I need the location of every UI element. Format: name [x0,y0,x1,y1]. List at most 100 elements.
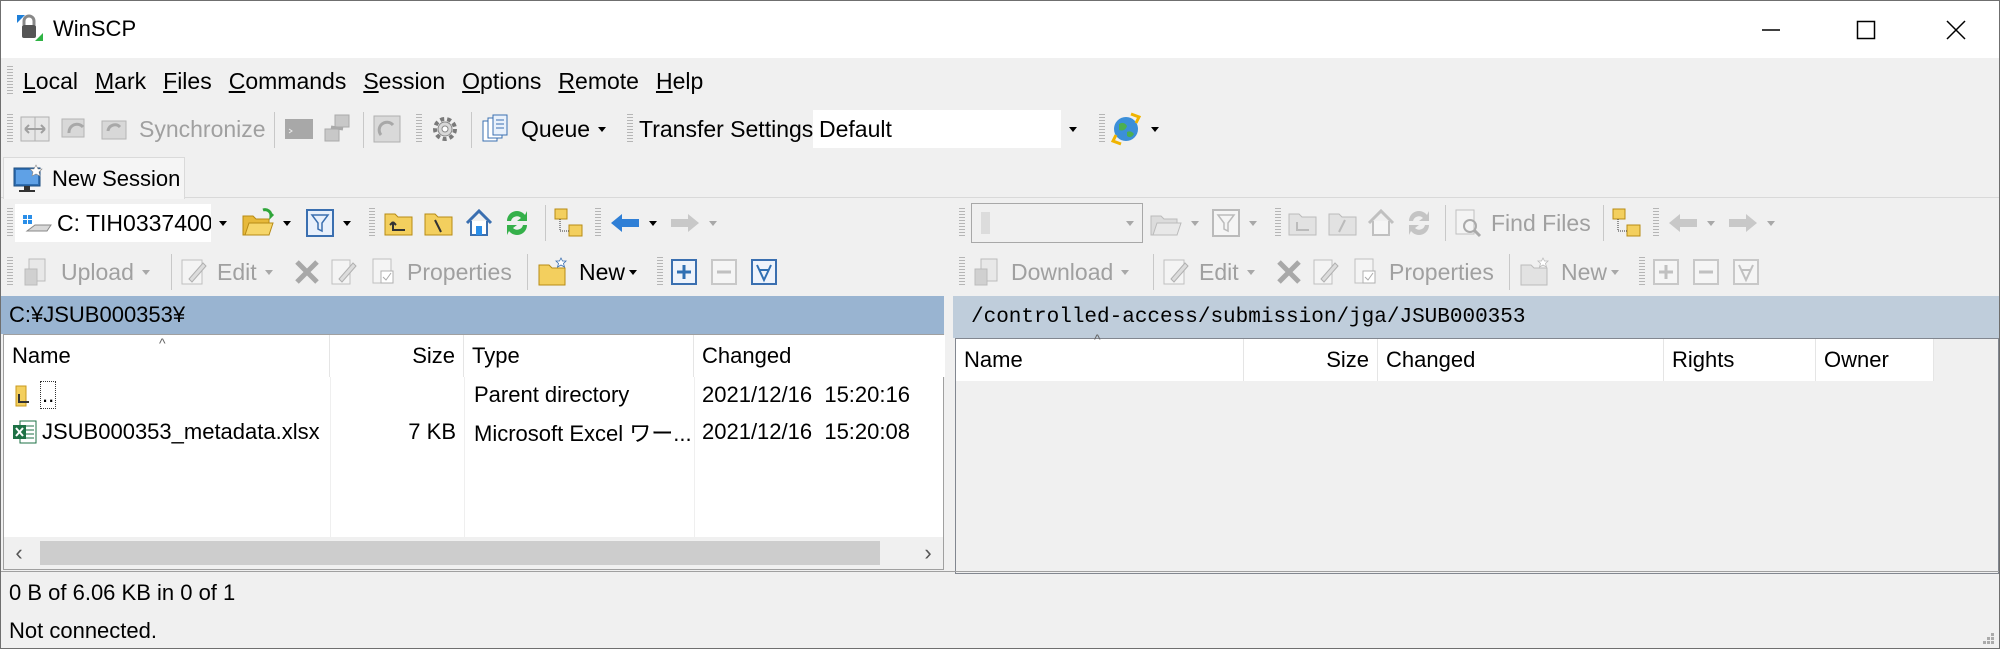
remote-back-button[interactable] [1667,199,1715,247]
local-parent-directory-button[interactable] [383,199,415,247]
compare-directories-button[interactable] [19,104,51,154]
local-unselect-button[interactable] [711,248,737,296]
remote-rename-button[interactable] [1311,248,1341,296]
minimize-button[interactable] [1726,1,1816,58]
menu-files[interactable]: Files [163,68,212,95]
local-tree-button[interactable] [553,199,585,247]
scroll-right-button[interactable]: › [913,537,943,569]
menu-mark[interactable]: Mark [95,68,146,95]
toolbar-grip[interactable] [7,257,13,287]
menu-grip[interactable] [7,66,13,96]
remote-path-bar[interactable]: /controlled-access/submission/jga/JSUB00… [953,296,1999,338]
new-dropdown-arrow[interactable] [629,269,638,275]
scroll-left-button[interactable]: ‹ [4,537,34,569]
upload-dropdown-arrow[interactable] [141,269,150,275]
remote-delete-button[interactable] [1275,248,1303,296]
open-directory-dropdown-arrow[interactable] [283,220,291,226]
tab-new-session[interactable]: New Session [3,157,185,199]
toolbar-grip[interactable] [595,208,601,238]
remote-parent-directory-button[interactable] [1287,199,1319,247]
local-new-button[interactable]: New [537,248,638,296]
local-edit-button[interactable]: Edit [179,248,273,296]
remote-directory-select[interactable] [971,203,1143,243]
toolbar-grip[interactable] [959,257,965,287]
forward-dropdown-arrow[interactable] [1767,220,1775,226]
remote-filter-button[interactable] [1211,199,1257,247]
local-select-all-button[interactable] [751,248,777,296]
remote-select-button[interactable] [1653,248,1679,296]
download-dropdown-arrow[interactable] [1121,269,1130,275]
remote-refresh-button[interactable] [1403,199,1435,247]
back-dropdown-arrow[interactable] [649,220,657,226]
toolbar-grip[interactable] [7,114,13,144]
remote-select-all-button[interactable] [1733,248,1759,296]
back-dropdown-arrow[interactable] [1707,220,1715,226]
queue-button[interactable]: Queue [479,104,607,154]
edit-dropdown-arrow[interactable] [1246,269,1255,275]
local-properties-button[interactable]: Properties [369,248,512,296]
local-root-directory-button[interactable] [423,199,455,247]
remote-root-directory-button[interactable] [1327,199,1359,247]
remote-properties-button[interactable]: Properties [1351,248,1494,296]
local-filter-button[interactable] [305,199,351,247]
edit-dropdown-arrow[interactable] [264,269,273,275]
remote-directory-dropdown-button[interactable] [1118,204,1142,242]
local-drive-select[interactable]: C: TIH0337400. [15,204,235,242]
download-button[interactable]: Download [971,248,1130,296]
transfer-mode-dropdown-arrow[interactable] [1151,126,1159,132]
forward-dropdown-arrow[interactable] [709,220,717,226]
column-header-size[interactable]: Size [1244,339,1378,381]
remote-new-button[interactable]: New [1519,248,1620,296]
remote-tree-button[interactable] [1611,199,1643,247]
remote-unselect-button[interactable] [1693,248,1719,296]
local-refresh-button[interactable] [501,199,533,247]
preferences-button[interactable] [429,104,461,154]
remote-home-directory-button[interactable] [1365,199,1397,247]
column-header-type[interactable]: Type [464,335,694,377]
find-files-button[interactable]: Find Files [1453,199,1591,247]
new-dropdown-arrow[interactable] [1611,269,1620,275]
local-horizontal-scrollbar[interactable]: ‹ › [4,537,943,569]
local-file-list[interactable]: Name ^ Size Type Changed .. Parent direc… [3,334,945,570]
synchronize-button[interactable]: Synchronize [99,104,266,154]
transfer-mode-button[interactable] [1109,104,1159,154]
toolbar-grip[interactable] [1275,208,1281,238]
local-forward-button[interactable] [669,199,717,247]
local-back-button[interactable] [609,199,657,247]
column-header-name[interactable]: Name [4,335,330,377]
scrollbar-thumb[interactable] [40,541,880,565]
menu-session[interactable]: Session [363,68,445,95]
open-directory-dropdown-arrow[interactable] [1191,220,1199,226]
menu-help[interactable]: Help [656,68,703,95]
local-path-bar[interactable]: C:¥JSUB000353¥ [1,296,944,334]
toolbar-grip[interactable] [1653,208,1659,238]
local-open-directory-button[interactable] [241,199,291,247]
drive-dropdown-button[interactable] [211,204,235,242]
menu-remote[interactable]: Remote [558,68,639,95]
queue-dropdown-arrow[interactable] [598,126,607,132]
menu-options[interactable]: Options [462,68,541,95]
transfer-settings-dropdown-button[interactable] [1061,110,1085,148]
filter-dropdown-arrow[interactable] [1249,220,1257,226]
open-terminal-button[interactable] [283,104,315,154]
toolbar-grip[interactable] [657,257,663,287]
open-putty-button[interactable] [321,104,353,154]
toolbar-grip[interactable] [369,208,375,238]
remote-forward-button[interactable] [1727,199,1775,247]
toolbar-grip[interactable] [627,114,633,144]
local-home-directory-button[interactable] [463,199,495,247]
local-delete-button[interactable] [293,248,321,296]
column-header-changed[interactable]: Changed [694,335,945,377]
remote-file-list[interactable]: Name ^ Size Changed Rights Owner [955,331,1999,574]
toolbar-grip[interactable] [1639,257,1645,287]
remote-edit-button[interactable]: Edit [1161,248,1255,296]
synchronize-browsing-button[interactable] [59,104,91,154]
local-rename-button[interactable] [329,248,359,296]
column-header-size[interactable]: Size [330,335,464,377]
toolbar-grip[interactable] [7,208,13,238]
column-header-owner[interactable]: Owner [1816,339,1934,381]
toolbar-grip[interactable] [1099,114,1105,144]
menu-commands[interactable]: Commands [229,68,347,95]
toolbar-grip[interactable] [959,208,965,238]
transfer-settings-select[interactable]: Default [813,110,1085,148]
